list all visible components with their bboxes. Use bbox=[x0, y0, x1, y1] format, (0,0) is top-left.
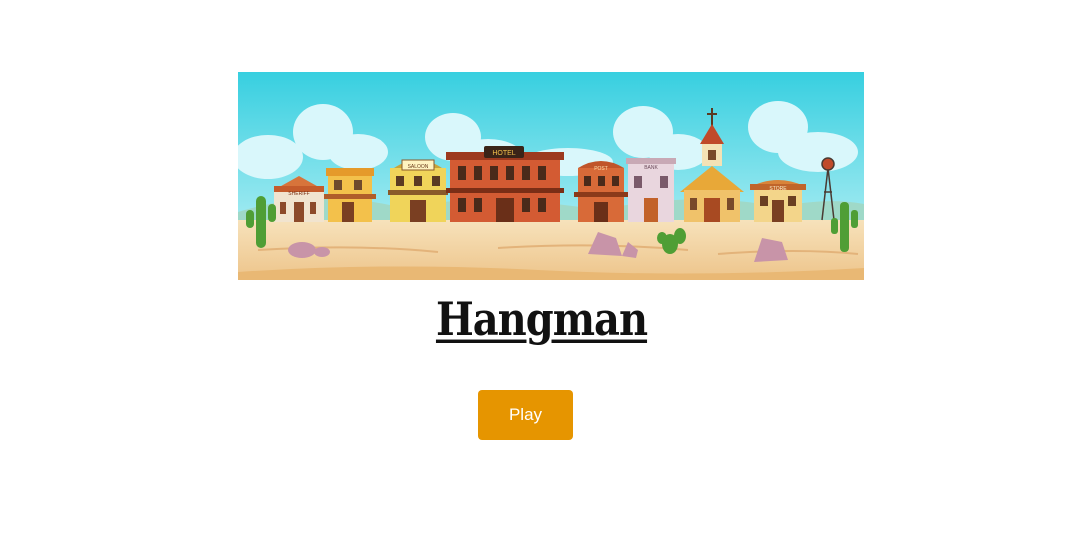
bank-building: BANK bbox=[626, 158, 676, 222]
yellow-house bbox=[324, 168, 376, 222]
hotel-sign: HOTEL bbox=[492, 150, 515, 157]
game-title: Hangman bbox=[435, 292, 648, 347]
store-sign: STORE bbox=[769, 186, 787, 192]
hotel-building: HOTEL bbox=[446, 146, 564, 222]
sheriff-sign: SHERIFF bbox=[288, 191, 309, 197]
play-button[interactable]: Play bbox=[478, 390, 573, 440]
hangman-start-screen: SHERIFF SALOON HOTEL POST BANK STORE Han… bbox=[0, 0, 1083, 552]
saloon-sign: SALOON bbox=[408, 164, 429, 170]
store-building: STORE bbox=[750, 180, 806, 222]
bank-sign: BANK bbox=[644, 165, 658, 171]
wild-west-town-illustration: SHERIFF SALOON HOTEL POST BANK STORE bbox=[238, 72, 864, 280]
post-sign: POST bbox=[594, 166, 608, 172]
post-office-building: POST bbox=[574, 161, 628, 222]
wild-west-town-banner: SHERIFF SALOON HOTEL POST BANK STORE bbox=[238, 72, 864, 280]
saloon-building: SALOON bbox=[388, 159, 448, 222]
